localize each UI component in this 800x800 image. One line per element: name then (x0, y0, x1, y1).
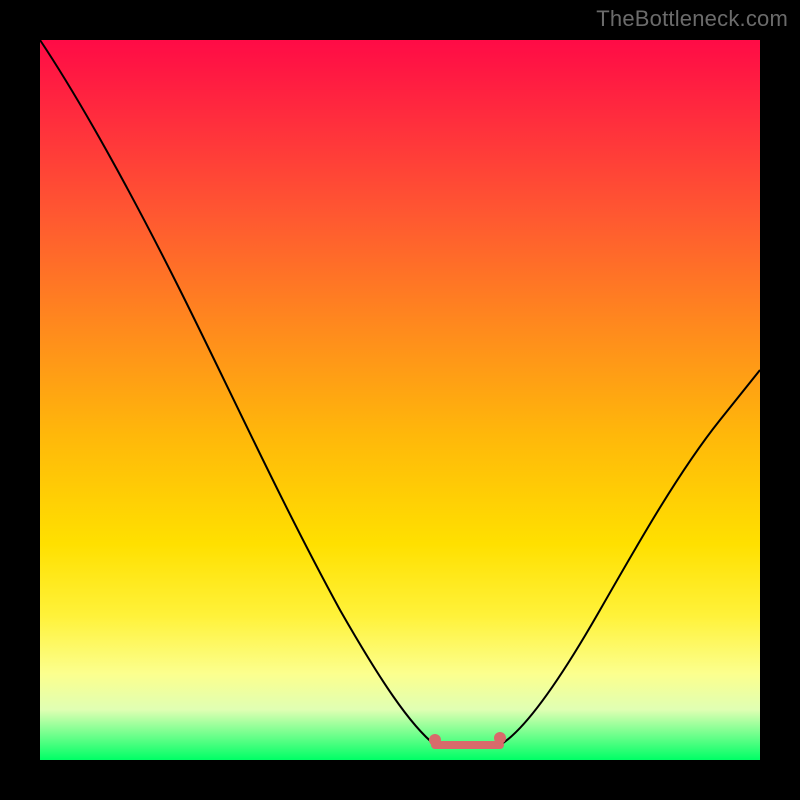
bottleneck-curve (40, 40, 760, 745)
optimal-range-end-dot (494, 732, 506, 744)
plot-area (40, 40, 760, 760)
curve-svg (40, 40, 760, 760)
watermark-text: TheBottleneck.com (596, 6, 788, 32)
chart-frame: TheBottleneck.com (0, 0, 800, 800)
optimal-range-start-dot (429, 734, 441, 746)
